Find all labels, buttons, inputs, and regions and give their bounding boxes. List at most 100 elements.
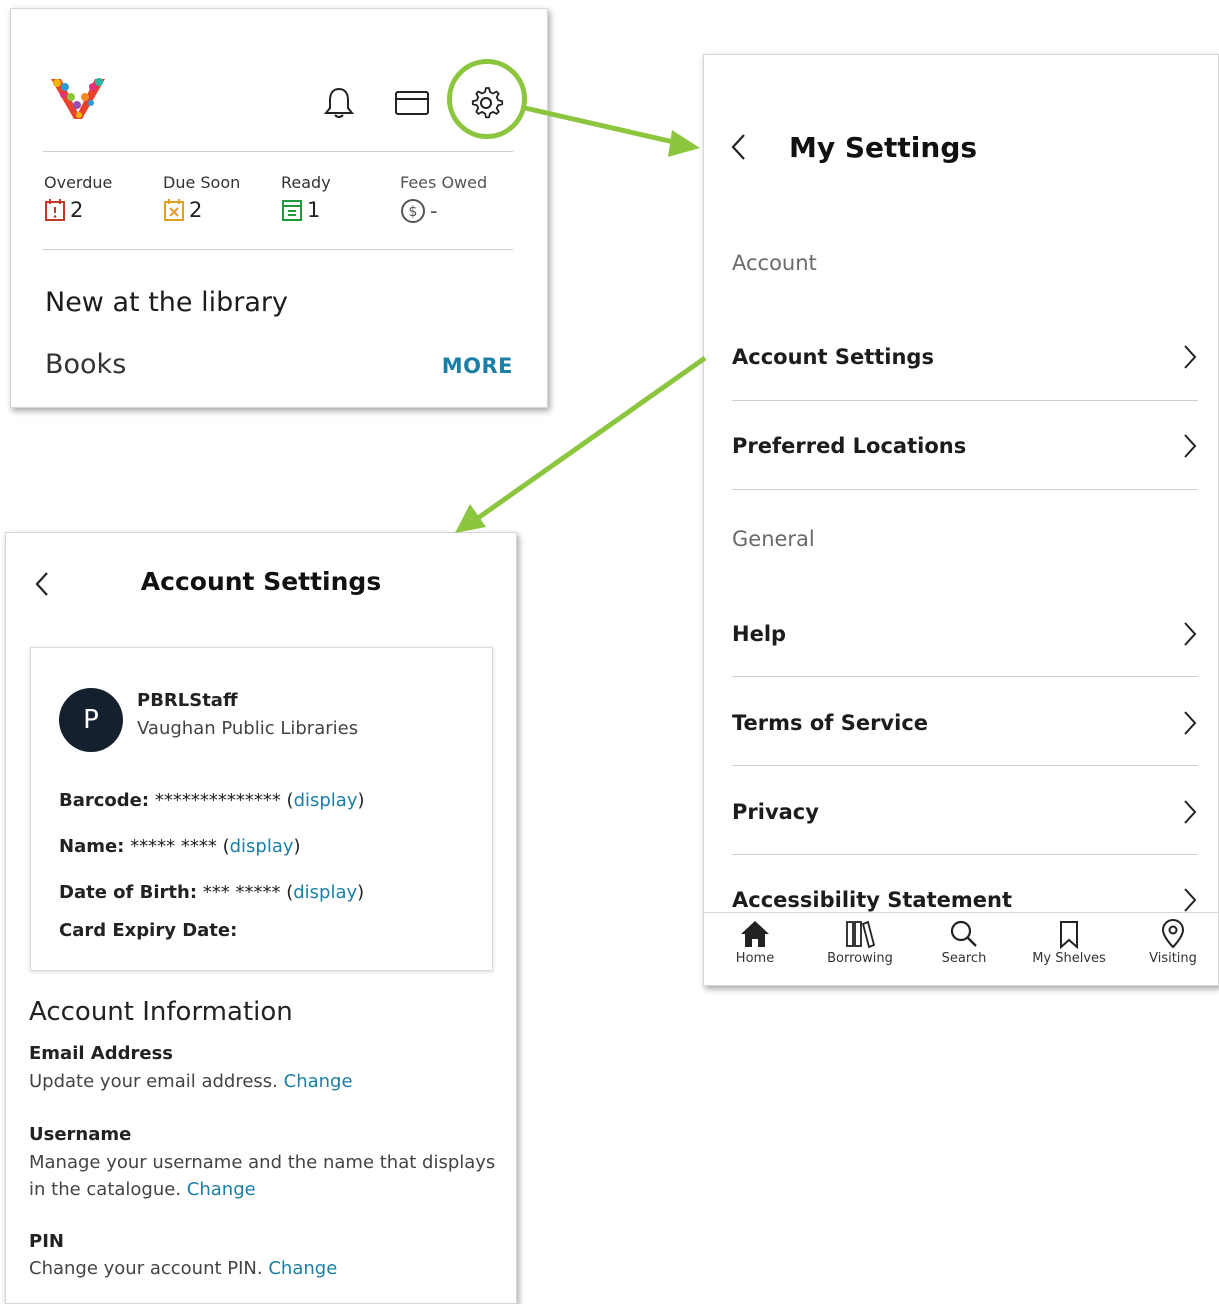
tab-label: Home	[735, 951, 775, 966]
field-label: Card Expiry Date:	[59, 920, 238, 941]
more-link[interactable]: MORE	[442, 354, 513, 378]
field-label: Date of Birth:	[59, 882, 198, 903]
pin-description: Change your account PIN. Change	[29, 1255, 499, 1282]
notifications-bell-icon[interactable]	[319, 83, 359, 123]
chevron-right-icon	[1184, 622, 1197, 646]
field-value: *** *****	[202, 882, 281, 903]
change-pin-link[interactable]: Change	[268, 1258, 337, 1279]
stat-value: 2	[70, 198, 84, 222]
card-expiry-field: Card Expiry Date:	[59, 920, 237, 941]
gear-highlight-circle	[447, 59, 527, 139]
tab-label: Visiting	[1149, 951, 1197, 966]
description-text: Change your account PIN.	[29, 1258, 263, 1279]
change-username-link[interactable]: Change	[187, 1179, 256, 1200]
row-label: Account Settings	[732, 345, 934, 369]
books-heading: Books	[45, 349, 127, 380]
settings-row-privacy[interactable]: Privacy	[732, 792, 1198, 832]
stat-due-soon[interactable]: Due Soon 2	[163, 173, 240, 222]
location-pin-icon	[1161, 919, 1185, 949]
patron-library: Vaughan Public Libraries	[137, 718, 359, 739]
stat-overdue[interactable]: Overdue 2	[44, 173, 112, 222]
field-label: Barcode:	[59, 790, 150, 811]
bottom-tab-bar: Home Borrowing Search My Shelves Visitin…	[704, 912, 1218, 985]
dob-field: Date of Birth: *** ***** (display)	[59, 882, 365, 903]
stat-label: Fees Owed	[400, 173, 488, 192]
stat-label: Ready	[281, 173, 331, 192]
library-logo	[51, 78, 105, 119]
display-name-link[interactable]: display	[230, 836, 294, 857]
barcode-field: Barcode: ************** (display)	[59, 790, 365, 811]
settings-row-account-settings[interactable]: Account Settings	[732, 337, 1198, 377]
stat-value: 1	[307, 198, 321, 222]
home-icon	[741, 921, 769, 947]
stat-value: -	[430, 199, 438, 223]
row-label: Terms of Service	[732, 711, 929, 735]
divider	[732, 854, 1198, 855]
stat-label: Overdue	[44, 173, 113, 192]
library-card-icon[interactable]	[392, 83, 432, 123]
username-label: Username	[29, 1124, 132, 1145]
settings-row-terms-of-service[interactable]: Terms of Service	[732, 703, 1198, 743]
display-barcode-link[interactable]: display	[294, 790, 358, 811]
description-text: Manage your username and the name that d…	[29, 1152, 496, 1200]
settings-row-preferred-locations[interactable]: Preferred Locations	[732, 426, 1198, 466]
tab-visiting[interactable]: Visiting	[1128, 919, 1218, 966]
chevron-right-icon	[1184, 345, 1197, 369]
new-at-library-heading: New at the library	[45, 287, 288, 318]
row-label: Preferred Locations	[732, 434, 967, 458]
dollar-coin-icon: $	[401, 199, 425, 223]
due-soon-calendar-icon	[164, 199, 184, 221]
account-information-heading: Account Information	[29, 997, 293, 1027]
svg-text:$: $	[409, 204, 418, 220]
books-icon	[846, 920, 876, 949]
section-heading-account: Account	[732, 251, 817, 275]
settings-row-help[interactable]: Help	[732, 614, 1198, 654]
chevron-right-icon	[1184, 888, 1197, 912]
username-description: Manage your username and the name that d…	[29, 1149, 499, 1203]
display-dob-link[interactable]: display	[293, 882, 357, 903]
arrow-head	[455, 504, 486, 533]
search-icon	[950, 920, 977, 947]
field-value: ***** ****	[130, 836, 217, 857]
chevron-right-icon	[1184, 800, 1197, 824]
email-address-label: Email Address	[29, 1043, 174, 1064]
tab-label: Search	[941, 951, 987, 966]
description-text: Update your email address.	[29, 1071, 278, 1092]
stat-fees-owed[interactable]: Fees Owed $ -	[400, 173, 487, 224]
divider	[43, 249, 513, 250]
chevron-right-icon	[1184, 711, 1197, 735]
divider	[43, 151, 513, 152]
row-label: Privacy	[732, 800, 819, 824]
tab-borrowing[interactable]: Borrowing	[815, 919, 905, 966]
stat-value: 2	[189, 198, 203, 222]
tab-my-shelves[interactable]: My Shelves	[1024, 919, 1114, 966]
page-title: Account Settings	[140, 567, 382, 596]
home-panel: Overdue 2 Due Soon 2 Ready 1 Fees Owed $…	[10, 8, 548, 408]
my-settings-panel: My Settings Account Account Settings Pre…	[703, 54, 1219, 986]
section-heading-general: General	[732, 527, 815, 551]
divider	[732, 489, 1198, 490]
divider	[732, 765, 1198, 766]
field-value: **************	[154, 790, 281, 811]
arrow-head	[668, 130, 700, 157]
tab-label: My Shelves	[1032, 951, 1106, 966]
name-field: Name: ***** **** (display)	[59, 836, 301, 857]
chevron-right-icon	[1184, 434, 1197, 458]
stat-ready[interactable]: Ready 1	[281, 173, 331, 222]
patron-card: P PBRLStaff Vaughan Public Libraries Bar…	[30, 647, 493, 971]
pin-label: PIN	[29, 1231, 64, 1252]
overdue-calendar-icon	[45, 199, 65, 221]
email-description: Update your email address. Change	[29, 1068, 499, 1095]
field-label: Name:	[59, 836, 125, 857]
bookmark-icon	[1060, 921, 1078, 949]
row-label: Accessibility Statement	[732, 888, 1012, 912]
tab-search[interactable]: Search	[919, 919, 1009, 966]
avatar: P	[59, 688, 123, 752]
back-arrow-icon[interactable]	[728, 131, 750, 163]
change-email-link[interactable]: Change	[284, 1071, 353, 1092]
row-label: Help	[732, 622, 787, 646]
ready-box-icon	[282, 200, 302, 221]
divider	[732, 676, 1198, 677]
tab-home[interactable]: Home	[710, 919, 800, 966]
stat-label: Due Soon	[163, 173, 241, 192]
